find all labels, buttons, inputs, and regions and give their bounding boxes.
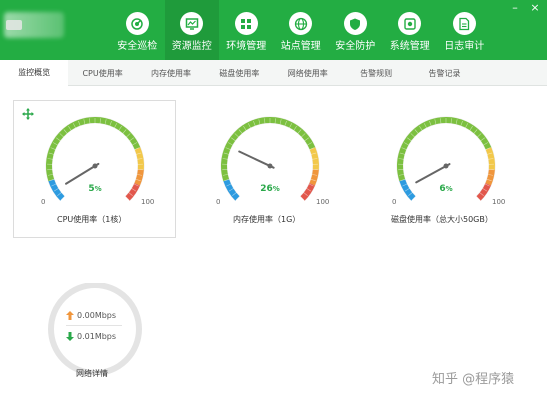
nav-label: 环境管理 — [226, 41, 267, 52]
tab-alert-records[interactable]: 告警记录 — [410, 60, 478, 86]
watermark: 知乎 @程序猿 — [432, 372, 515, 387]
gauge-hub — [267, 163, 273, 169]
shield-icon — [343, 12, 367, 35]
nav-item-site[interactable]: 站点管理 — [274, 0, 329, 60]
monitor-icon — [180, 12, 204, 35]
gauge-hub — [92, 163, 98, 169]
nav-label: 系统管理 — [389, 41, 430, 52]
close-button[interactable]: × — [529, 2, 541, 14]
upload-value: 0.00Mbps — [77, 311, 117, 320]
disk-gauge-caption: 磁盘使用率（总大小50GB） — [391, 215, 493, 224]
cpu-gauge: 5% 0 100 — [35, 106, 155, 206]
gauge-value: 6% — [439, 184, 453, 194]
gauge-max: 100 — [141, 198, 155, 206]
nav-label: 日志审计 — [444, 41, 485, 52]
gauge-band-3 — [485, 169, 495, 186]
tab-cpu[interactable]: CPU使用率 — [68, 60, 136, 86]
nav-label: 站点管理 — [280, 41, 321, 52]
main-nav: 安全巡检 资源监控 环境管理 站点管理 安全防护 系统管理 日志审计 — [110, 0, 492, 60]
gauge-value: 26% — [260, 184, 280, 194]
document-icon — [452, 12, 476, 35]
nav-item-system[interactable]: 系统管理 — [383, 0, 438, 60]
window-controls: – × — [509, 2, 541, 14]
move-icon[interactable] — [22, 108, 34, 120]
gauge-band-3 — [309, 169, 319, 186]
nav-item-environment[interactable]: 环境管理 — [219, 0, 274, 60]
network-details-link[interactable]: 网络详情 — [76, 368, 108, 379]
network-ring — [48, 283, 142, 375]
gauge-min: 0 — [41, 198, 46, 206]
gauge-min: 0 — [392, 198, 397, 206]
app-window: 安全巡检 资源监控 环境管理 站点管理 安全防护 系统管理 日志审计 – × 监… — [0, 0, 547, 400]
nav-item-protection[interactable]: 安全防护 — [328, 0, 383, 60]
gauge-max: 100 — [492, 198, 506, 206]
nav-item-log-audit[interactable]: 日志审计 — [437, 0, 492, 60]
upload-speed: 0.00Mbps — [66, 311, 116, 320]
globe-icon — [289, 12, 313, 35]
memory-gauge: 26% 0 100 — [210, 106, 330, 206]
settings-icon — [398, 12, 422, 35]
arrow-up-icon — [66, 311, 74, 320]
minimize-button[interactable]: – — [509, 2, 521, 14]
nav-item-resource-monitor[interactable]: 资源监控 — [164, 0, 219, 60]
nav-label: 安全巡检 — [117, 41, 158, 52]
tab-disk[interactable]: 磁盘使用率 — [205, 60, 273, 86]
gauge-max: 100 — [316, 198, 330, 206]
logo-mark — [6, 20, 22, 30]
nav-label: 资源监控 — [171, 41, 212, 52]
gauge-value: 5% — [88, 184, 102, 194]
nav-item-security-inspection[interactable]: 安全巡检 — [110, 0, 165, 60]
tab-memory[interactable]: 内存使用率 — [137, 60, 205, 86]
memory-gauge-caption: 内存使用率（1G） — [233, 215, 301, 224]
gauge-min: 0 — [216, 198, 221, 206]
radar-icon — [125, 12, 149, 35]
nav-label: 安全防护 — [335, 41, 376, 52]
grid-icon — [234, 12, 258, 35]
tab-bar: 监控概览 CPU使用率 内存使用率 磁盘使用率 网络使用率 告警规则 告警记录 — [0, 60, 547, 86]
gauge-hub — [443, 163, 449, 169]
download-value: 0.01Mbps — [77, 332, 117, 341]
tab-network[interactable]: 网络使用率 — [274, 60, 342, 86]
top-header: 安全巡检 资源监控 环境管理 站点管理 安全防护 系统管理 日志审计 – × — [0, 0, 547, 60]
download-speed: 0.01Mbps — [66, 332, 116, 341]
arrow-down-icon — [66, 332, 74, 341]
tab-overview[interactable]: 监控概览 — [0, 60, 69, 86]
disk-gauge: 6% 0 100 — [386, 106, 506, 206]
cpu-gauge-caption: CPU使用率（1核） — [57, 215, 127, 224]
divider — [66, 325, 122, 326]
gauge-band-3 — [134, 169, 144, 186]
tab-alert-rules[interactable]: 告警规则 — [342, 60, 410, 86]
